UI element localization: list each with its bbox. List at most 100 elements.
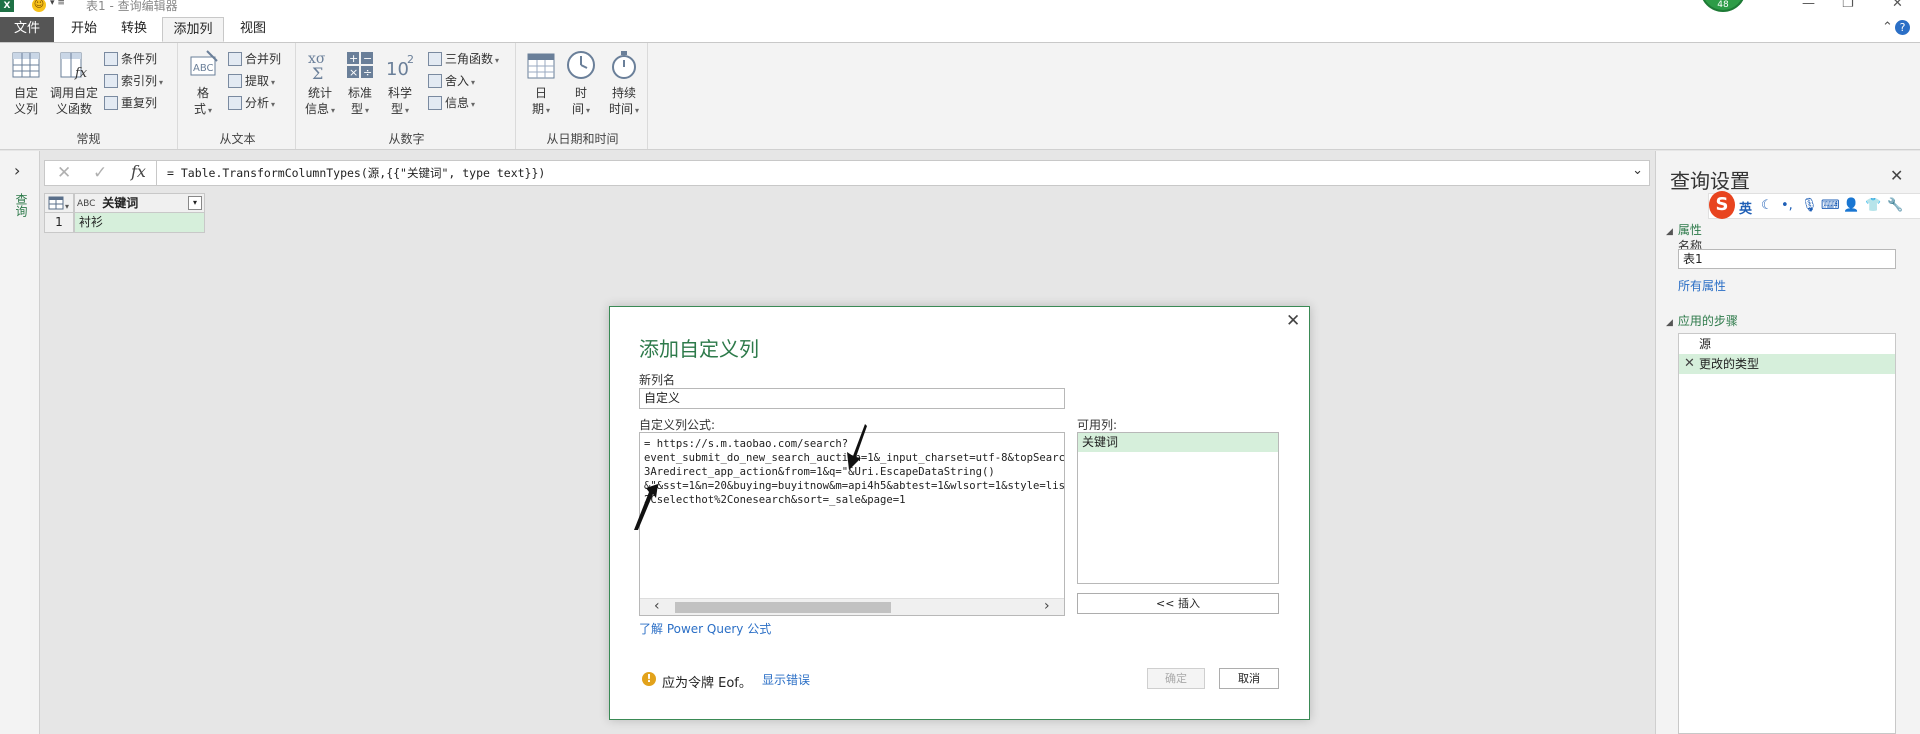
query-name-input[interactable]: 表1 [1678, 249, 1896, 269]
text-type-icon[interactable]: ABC [77, 199, 95, 209]
close-pane-icon[interactable]: ✕ [1890, 166, 1903, 185]
confirm-formula-icon[interactable]: ✓ [93, 163, 107, 183]
applied-steps-section[interactable]: ◢ 应用的步骤 [1666, 312, 1738, 329]
properties-section[interactable]: ◢ 属性 [1666, 221, 1702, 238]
shirt-icon[interactable]: 👕 [1865, 198, 1881, 213]
quick-access-dropdown-icon[interactable]: ▾ ≡ [50, 0, 65, 8]
calendar-icon [527, 53, 555, 79]
cancel-button[interactable]: 取消 [1219, 668, 1279, 689]
scroll-left-icon[interactable]: ‹ [654, 598, 660, 614]
show-error-link[interactable]: 显示错误 [762, 671, 810, 688]
rounding-button[interactable]: 舍入 ▾ [428, 71, 475, 91]
sogou-ime-logo-icon[interactable]: S [1709, 191, 1735, 219]
new-column-name-input[interactable]: 自定义 [639, 388, 1065, 409]
conditional-column-icon [104, 52, 118, 66]
group-from-text: ABC 格 式 ▾ 合并列 提取 ▾ 分析 ▾ 从文本 [180, 43, 296, 149]
standard-button[interactable]: + − × ÷ 标准 型 ▾ [342, 49, 378, 119]
error-message: 应为令牌 Eof。 [662, 676, 752, 691]
formula-text[interactable]: = Table.TransformColumnTypes(源,{{"关键词", … [167, 165, 545, 181]
tab-home[interactable]: 开始 [64, 17, 104, 42]
duration-button[interactable]: 持续 时间 ▾ [604, 49, 644, 119]
user-badge[interactable]: 48 [1700, 0, 1746, 12]
wrench-icon[interactable]: 🔧 [1887, 198, 1903, 213]
formula-line: 2Cselecthot%2Conesearch&sort=_sale&page=… [644, 494, 906, 506]
tab-transform[interactable]: 转换 [114, 17, 154, 42]
scrollbar-thumb[interactable] [675, 602, 891, 613]
learn-power-query-link[interactable]: 了解 Power Query 公式 [639, 620, 771, 637]
rounding-label: 舍入 [445, 74, 470, 88]
expand-formula-icon[interactable]: ⌄ [1632, 163, 1643, 178]
user-icon[interactable]: 👤 [1843, 198, 1859, 213]
time-button[interactable]: 时 间 ▾ [564, 49, 598, 119]
table-menu-button[interactable]: ▾ [44, 193, 74, 213]
step-source[interactable]: 源 [1679, 334, 1895, 354]
properties-label: 属性 [1677, 223, 1702, 237]
extract-button[interactable]: 提取 ▾ [228, 71, 275, 91]
fx-icon[interactable]: fx [131, 162, 146, 181]
help-icon[interactable]: ? [1895, 20, 1910, 35]
duplicate-column-button[interactable]: 重复列 [104, 93, 157, 113]
scientific-button[interactable]: 10 2 科学 型 ▾ [382, 49, 418, 119]
tab-view[interactable]: 视图 [232, 17, 274, 42]
collapse-ribbon-icon[interactable]: ⌃ [1882, 20, 1893, 35]
tab-add-column[interactable]: 添加列 [162, 17, 224, 42]
statistics-button[interactable]: xσ Σ 统计 信息 ▾ [302, 49, 338, 119]
microphone-icon[interactable]: 🎙 [1801, 198, 1818, 213]
punctuation-icon[interactable]: •, [1781, 198, 1793, 213]
svg-text:÷: ÷ [363, 66, 372, 79]
statistics-icon: xσΣ [308, 51, 326, 81]
conditional-column-button[interactable]: 条件列 [104, 49, 157, 69]
group-from-datetime: 日 期 ▾ 时 间 ▾ 持续 时间 ▾ 从日期和时间 [518, 43, 648, 149]
information-button[interactable]: 信息 ▾ [428, 93, 475, 113]
invoke-function-label-1: 调用自定 [49, 86, 98, 100]
new-column-name-label: 新列名 [639, 373, 676, 387]
row-index: 1 [44, 213, 74, 233]
ok-button[interactable]: 确定 [1147, 668, 1205, 689]
format-button[interactable]: ABC 格 式 ▾ [186, 49, 220, 119]
column-header-keyword[interactable]: ABC 关键词 ▾ [74, 193, 205, 213]
annotation-arrow-icon [847, 424, 867, 470]
index-column-button[interactable]: 索引列 ▾ [104, 71, 163, 91]
date-button[interactable]: 日 期 ▾ [524, 49, 558, 119]
minimize-icon[interactable]: — [1802, 0, 1815, 11]
cancel-formula-icon[interactable]: ✕ [57, 163, 71, 183]
merge-columns-icon [228, 52, 242, 66]
queries-pane-label[interactable]: 查询 [13, 193, 30, 217]
title-bar: X ☺ ▾ ≡ 表1 - 查询编辑器 48 — ❐ ✕ [0, 0, 1920, 14]
insert-button[interactable]: << 插入 [1077, 593, 1279, 614]
merge-columns-button[interactable]: 合并列 [228, 49, 281, 69]
index-column-icon [104, 74, 118, 88]
chevron-down-icon: ▾ [365, 106, 370, 115]
annotation-arrow-icon [634, 484, 658, 530]
custom-column-button[interactable]: 自定 义列 [6, 49, 46, 117]
chevron-down-icon: ▾ [635, 106, 640, 115]
table-cell[interactable]: 衬衫 [74, 213, 205, 233]
query-settings-pane: 查询设置 ✕ S 英 ☾ •, 🎙 ⌨ 👤 👕 🔧 ◢ 属性 名称 表1 所有属性… [1655, 151, 1920, 734]
step-changed-type[interactable]: ✕ 更改的类型 [1679, 354, 1895, 374]
delete-step-icon[interactable]: ✕ [1684, 354, 1695, 374]
expand-queries-icon[interactable]: › [14, 161, 20, 180]
formula-horizontal-scrollbar[interactable]: ‹ › [640, 598, 1064, 615]
trigonometry-button[interactable]: 三角函数 ▾ [428, 49, 499, 69]
close-dialog-icon[interactable]: ✕ [1286, 311, 1300, 331]
scroll-right-icon[interactable]: › [1044, 598, 1050, 614]
restore-icon[interactable]: ❐ [1842, 0, 1854, 11]
smiley-feedback-icon[interactable]: ☺ [32, 0, 46, 12]
invoke-function-button[interactable]: fx 调用自定 义函数 [48, 49, 100, 117]
column-filter-icon[interactable]: ▾ [188, 196, 202, 210]
parse-label: 分析 [245, 96, 270, 110]
available-column-item[interactable]: 关键词 [1078, 433, 1278, 452]
group-general-label: 常规 [76, 132, 101, 146]
column-header-label: 关键词 [102, 196, 139, 210]
tab-file[interactable]: 文件 [0, 17, 54, 42]
formula-bar: ✕ ✓ fx = Table.TransformColumnTypes(源,{{… [44, 160, 1650, 186]
ime-language-toggle[interactable]: 英 [1739, 198, 1752, 217]
moon-icon[interactable]: ☾ [1761, 198, 1773, 213]
keyboard-icon[interactable]: ⌨ [1821, 198, 1840, 213]
close-window-icon[interactable]: ✕ [1892, 0, 1903, 11]
parse-button[interactable]: 分析 ▾ [228, 93, 275, 113]
svg-text:fx: fx [74, 66, 88, 81]
ribbon: 自定 义列 fx 调用自定 义函数 条件列 索引列 ▾ 重复列 常规 ABC 格 … [0, 42, 1920, 150]
applied-steps-list: 源 ✕ 更改的类型 [1678, 333, 1896, 734]
all-properties-link[interactable]: 所有属性 [1678, 277, 1726, 294]
